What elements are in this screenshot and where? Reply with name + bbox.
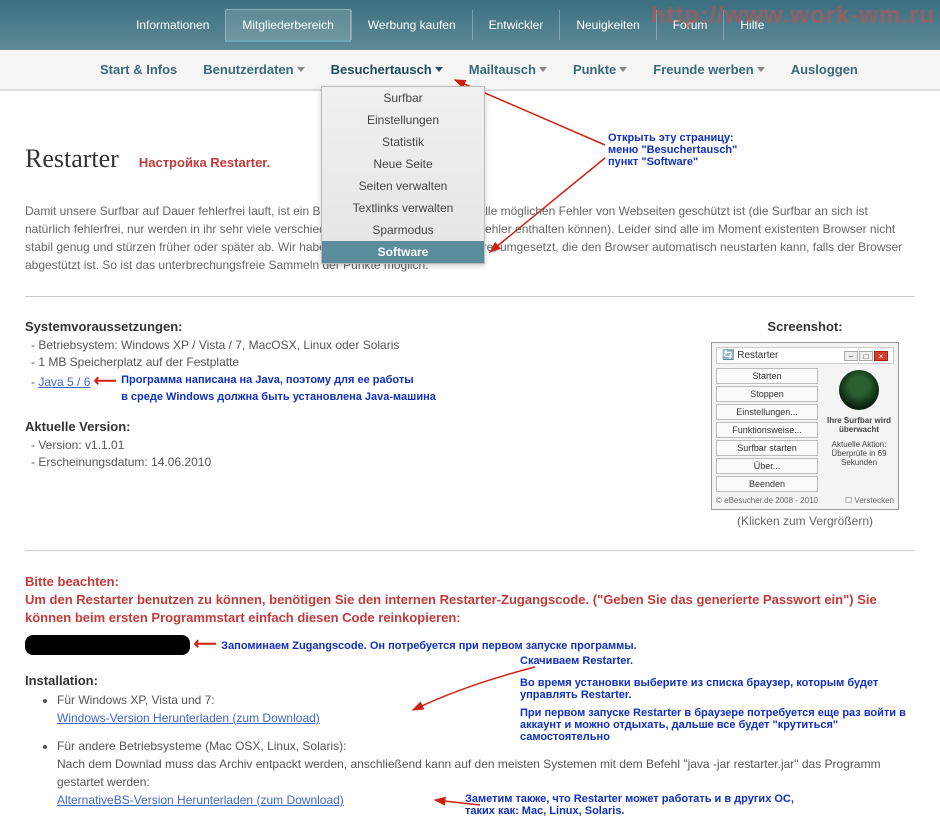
subnav-punkte[interactable]: Punkte	[563, 58, 637, 81]
notice-block: Bitte beachten: Um den Restarter benutze…	[25, 573, 915, 628]
sysreq-heading: Systemvoraussetzungen:	[25, 319, 675, 334]
chevron-down-icon	[435, 67, 443, 72]
download-windows-link[interactable]: Windows-Version Herunterladen (zum Downl…	[57, 711, 320, 725]
sub-nav-bar: Start & Infos Benutzerdaten Besuchertaus…	[0, 50, 940, 91]
install-section: Installation: Für Windows XP, Vista und …	[25, 673, 915, 809]
annotation-alt-os: Заметим также, что Restarter может работ…	[465, 793, 885, 817]
nav-neuigkeiten[interactable]: Neuigkeiten	[559, 10, 655, 40]
dropdown-surfbar[interactable]: Surfbar	[322, 87, 484, 109]
subnav-besuchertausch[interactable]: Besuchertausch	[321, 58, 453, 81]
top-header: http://www.work-wm.ru Informationen Mitg…	[0, 0, 940, 50]
window-controls-icon: –□×	[844, 351, 888, 361]
dropdown-textlinks-verwalten[interactable]: Textlinks verwalten	[322, 197, 484, 219]
besuchertausch-dropdown: Surfbar Einstellungen Statistik Neue Sei…	[321, 86, 485, 264]
restarter-logo-icon	[839, 370, 879, 410]
subnav-benutzerdaten[interactable]: Benutzerdaten	[193, 58, 314, 81]
dropdown-einstellungen[interactable]: Einstellungen	[322, 109, 484, 131]
screenshot-caption: (Klicken zum Vergrößern)	[695, 514, 915, 528]
watermark-url: http://www.work-wm.ru	[651, 2, 935, 30]
chevron-down-icon	[757, 67, 765, 72]
subtitle-text: Настройка Restarter.	[139, 155, 270, 170]
dropdown-neue-seite[interactable]: Neue Seite	[322, 153, 484, 175]
nav-werbung-kaufen[interactable]: Werbung kaufen	[351, 10, 472, 40]
annotation-download: Скачиваем Restarter. Во время установки …	[520, 655, 930, 743]
subnav-start-infos[interactable]: Start & Infos	[90, 58, 187, 81]
title-text: Restarter	[25, 144, 119, 174]
screenshot-thumbnail[interactable]: 🔄 Restarter –□× Starten Stoppen Einstell…	[711, 342, 899, 510]
ss-btn: Starten	[716, 368, 818, 384]
nav-informationen[interactable]: Informationen	[120, 10, 225, 40]
version-number: - Version: v1.1.01	[31, 437, 675, 454]
separator	[25, 296, 915, 297]
annotation-java-1: Программа написана на Java, поэтому для …	[121, 374, 414, 386]
ss-titlebar: 🔄 Restarter –□×	[716, 347, 894, 364]
chevron-down-icon	[539, 67, 547, 72]
subnav-mailtausch[interactable]: Mailtausch	[459, 58, 557, 81]
nav-entwickler[interactable]: Entwickler	[472, 10, 560, 40]
ss-btn: Beenden	[716, 476, 818, 492]
ss-btn: Einstellungen...	[716, 404, 818, 420]
ss-btn: Funktionsweise...	[716, 422, 818, 438]
ss-btn: Surfbar starten	[716, 440, 818, 456]
separator	[25, 550, 915, 551]
version-date: - Erscheinungsdatum: 14.06.2010	[31, 454, 675, 471]
chevron-down-icon	[619, 67, 627, 72]
arrow-icon: ⟵	[94, 373, 121, 390]
sysreq-os: - Betriebsystem: Windows XP / Vista / 7,…	[31, 337, 675, 354]
dropdown-seiten-verwalten[interactable]: Seiten verwalten	[322, 175, 484, 197]
subnav-freunde-werben[interactable]: Freunde werben	[643, 58, 774, 81]
screenshot-heading: Screenshot:	[695, 319, 915, 334]
download-alt-link[interactable]: AlternativeBS-Version Herunterladen (zum…	[57, 793, 344, 807]
annotation-java-2: в среде Windows должна быть установлена …	[121, 391, 436, 403]
access-code-hidden: ●●●●●●●●●●●●●	[25, 635, 190, 655]
dropdown-statistik[interactable]: Statistik	[322, 131, 484, 153]
ss-btn: Stoppen	[716, 386, 818, 402]
sysreq-java: - Java 5 / 6 ⟵ Программа написана на Jav…	[31, 371, 675, 406]
ss-btn: Über...	[716, 458, 818, 474]
nav-mitgliederbereich[interactable]: Mitgliederbereich	[225, 9, 350, 42]
dropdown-sparmodus[interactable]: Sparmodus	[322, 219, 484, 241]
version-heading: Aktuelle Version:	[25, 419, 675, 434]
dropdown-software[interactable]: Software	[322, 241, 484, 263]
chevron-down-icon	[297, 67, 305, 72]
annotation-code: Запоминаем Zugangscode. Он потребуется п…	[221, 640, 637, 652]
sysreq-disk: - 1 MB Speicherplatz auf der Festplatte	[31, 354, 675, 371]
subnav-ausloggen[interactable]: Ausloggen	[781, 58, 868, 81]
java-link[interactable]: Java 5 / 6	[38, 375, 90, 389]
arrow-icon: ⟵	[194, 636, 221, 653]
